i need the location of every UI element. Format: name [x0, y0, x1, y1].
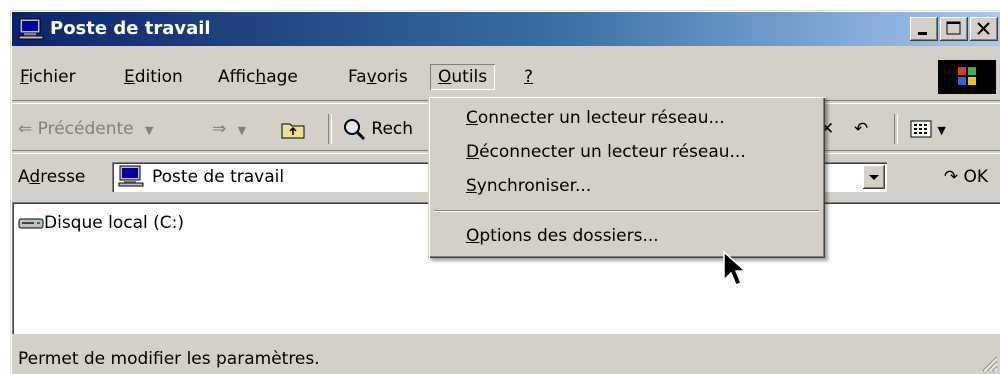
computer-icon [18, 18, 44, 45]
up-folder-button[interactable] [280, 116, 306, 142]
address-dropdown-button[interactable] [863, 165, 885, 189]
menu-separator [434, 210, 819, 212]
tools-menu-dropdown: Connecter un lecteur réseau... Déconnect… [428, 96, 825, 258]
views-icon [910, 120, 932, 138]
menu-affichage-pre: Affic [218, 67, 256, 87]
back-arrow-icon: ⇐ [18, 119, 33, 139]
go-button[interactable]: ↷ OK [944, 164, 988, 190]
window-title: Poste de travail [50, 18, 211, 39]
back-label: Précédente [37, 119, 134, 139]
menu-synchronize[interactable]: Synchroniser... [466, 174, 591, 198]
forward-arrow-icon: ⇒ [212, 119, 227, 139]
menu-favoris-pre: Fa [348, 67, 367, 87]
maximize-button[interactable] [940, 17, 968, 41]
toolbar-separator [328, 114, 332, 144]
sync-key: S [466, 176, 477, 196]
go-label: OK [963, 167, 988, 187]
title-bar[interactable]: Poste de travail [12, 12, 1000, 46]
forward-button[interactable]: ⇒ ▼ [212, 116, 246, 142]
back-button[interactable]: ⇐ Précédente ▼ [18, 116, 154, 142]
minimize-button[interactable] [910, 17, 938, 41]
menu-outils[interactable]: Outils [430, 64, 495, 90]
connect-rest: onnecter un lecteur réseau... [477, 108, 725, 128]
search-icon [344, 119, 366, 141]
search-label: Rech [371, 119, 414, 139]
menu-affichage[interactable]: Affichage [210, 64, 306, 90]
chevron-down-icon [869, 175, 879, 180]
menu-folder-options[interactable]: Options des dossiers... [466, 224, 659, 248]
menu-edition-rest: dition [134, 67, 183, 87]
undo-icon: ↶ [854, 119, 869, 139]
up-folder-icon [281, 123, 305, 139]
computer-icon [118, 165, 144, 192]
windows-flag-icon [958, 67, 976, 85]
menu-help[interactable]: ? [516, 64, 541, 90]
views-dropdown-icon: ▼ [937, 124, 946, 137]
back-dropdown-icon: ▼ [145, 124, 154, 137]
menu-help-label: ? [524, 67, 534, 87]
disconnect-key: D [466, 142, 480, 162]
status-bar: Permet de modifier les paramètres. [12, 340, 1000, 374]
menu-fichier-key: F [20, 67, 29, 87]
mouse-cursor-icon [723, 250, 746, 286]
explorer-window: Poste de travail Fichier Edition Afficha… [10, 10, 1000, 374]
options-rest: ptions des dossiers... [479, 226, 659, 246]
close-icon [977, 22, 990, 35]
menu-fichier[interactable]: Fichier [12, 64, 84, 90]
connect-key: C [466, 108, 478, 128]
hard-drive-icon [18, 218, 44, 229]
menu-favoris-rest: oris [376, 67, 408, 87]
menu-bar: Fichier Edition Affichage Favoris Outils… [12, 60, 1000, 94]
windows-logo [938, 60, 996, 94]
sync-rest: ynchroniser... [476, 176, 592, 196]
menu-favoris[interactable]: Favoris [340, 64, 416, 90]
options-key: O [466, 226, 480, 246]
menu-connect-network-drive[interactable]: Connecter un lecteur réseau... [466, 106, 725, 130]
maximize-icon [946, 21, 961, 35]
menu-affichage-key: h [255, 67, 267, 87]
list-item[interactable]: Disque local (C:) [18, 212, 184, 234]
menu-outils-rest: utils [451, 67, 488, 87]
toolbar-separator [894, 114, 898, 144]
search-button[interactable]: Rech [342, 116, 413, 142]
views-button[interactable]: ▼ [910, 116, 946, 142]
disconnect-rest: éconnecter un lecteur réseau... [479, 142, 746, 162]
menu-outils-key: O [438, 67, 452, 87]
address-label: Adresse [18, 167, 86, 187]
undo-button[interactable]: ↶ [854, 116, 868, 142]
close-button[interactable] [970, 17, 998, 41]
menu-disconnect-network-drive[interactable]: Déconnecter un lecteur réseau... [466, 140, 746, 164]
menu-affichage-rest: age [266, 67, 298, 87]
status-text: Permet de modifier les paramètres. [18, 349, 320, 369]
minimize-icon [918, 32, 927, 35]
address-value: Poste de travail [152, 167, 285, 187]
drive-label: Disque local (C:) [44, 213, 184, 233]
menu-fichier-rest: ichier [28, 67, 76, 87]
menu-edition-key: E [124, 67, 135, 87]
forward-dropdown-icon: ▼ [237, 124, 247, 137]
menu-favoris-key: v [366, 67, 377, 87]
go-arrow-icon: ↷ [943, 167, 959, 187]
resize-grip-icon[interactable] [980, 354, 998, 372]
menu-edition[interactable]: Edition [116, 64, 191, 90]
